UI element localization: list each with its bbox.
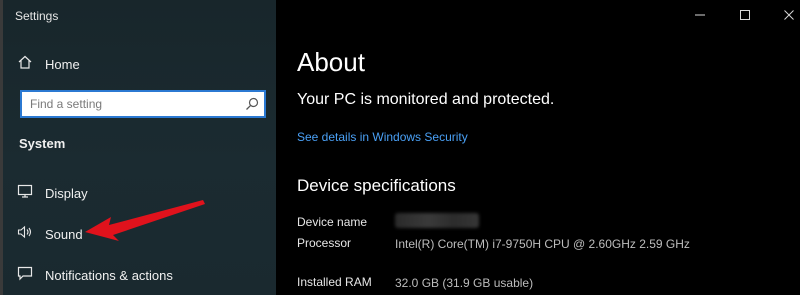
notification-icon xyxy=(17,265,33,286)
page-title: About xyxy=(297,47,365,77)
about-panel: About Your PC is monitored and protected… xyxy=(276,0,800,295)
monitor-icon xyxy=(17,183,33,204)
sidebar-item-sound[interactable]: Sound xyxy=(17,223,83,245)
speaker-icon xyxy=(17,224,33,245)
close-button[interactable] xyxy=(772,0,800,30)
spec-value-ram: 32.0 GB (31.9 GB usable) xyxy=(395,276,534,290)
spec-label-device-name: Device name xyxy=(297,215,368,229)
section-title: System xyxy=(19,136,66,151)
search-icon[interactable] xyxy=(240,97,264,111)
annotation-arrow-icon xyxy=(85,200,205,241)
nav-home-label: Home xyxy=(45,56,80,72)
windows-security-link[interactable]: See details in Windows Security xyxy=(297,130,468,144)
close-icon xyxy=(784,10,794,20)
sidebar-item-label: Notifications & actions xyxy=(45,267,173,283)
search-input[interactable] xyxy=(22,92,240,116)
spec-label-processor: Processor xyxy=(297,236,352,250)
sidebar-item-display[interactable]: Display xyxy=(17,182,88,204)
home-icon xyxy=(17,54,33,75)
device-specifications-heading: Device specifications xyxy=(297,176,456,195)
sidebar-item-label: Display xyxy=(45,185,88,201)
app-title: Settings xyxy=(15,9,59,23)
settings-sidebar: Settings Home System Display xyxy=(0,0,276,295)
device-name-value xyxy=(395,213,479,228)
spec-value-processor: Intel(R) Core(TM) i7-9750H CPU @ 2.60GHz… xyxy=(395,237,690,251)
maximize-icon xyxy=(740,10,750,20)
minimize-icon xyxy=(695,14,705,16)
minimize-button[interactable] xyxy=(683,0,717,30)
nav-home[interactable]: Home xyxy=(17,53,80,75)
protection-status: Your PC is monitored and protected. xyxy=(297,91,555,108)
sidebar-item-notifications[interactable]: Notifications & actions xyxy=(17,264,173,286)
search-box xyxy=(20,90,266,118)
spec-label-ram: Installed RAM xyxy=(297,275,372,289)
sidebar-item-label: Sound xyxy=(45,226,83,242)
maximize-button[interactable] xyxy=(728,0,762,30)
